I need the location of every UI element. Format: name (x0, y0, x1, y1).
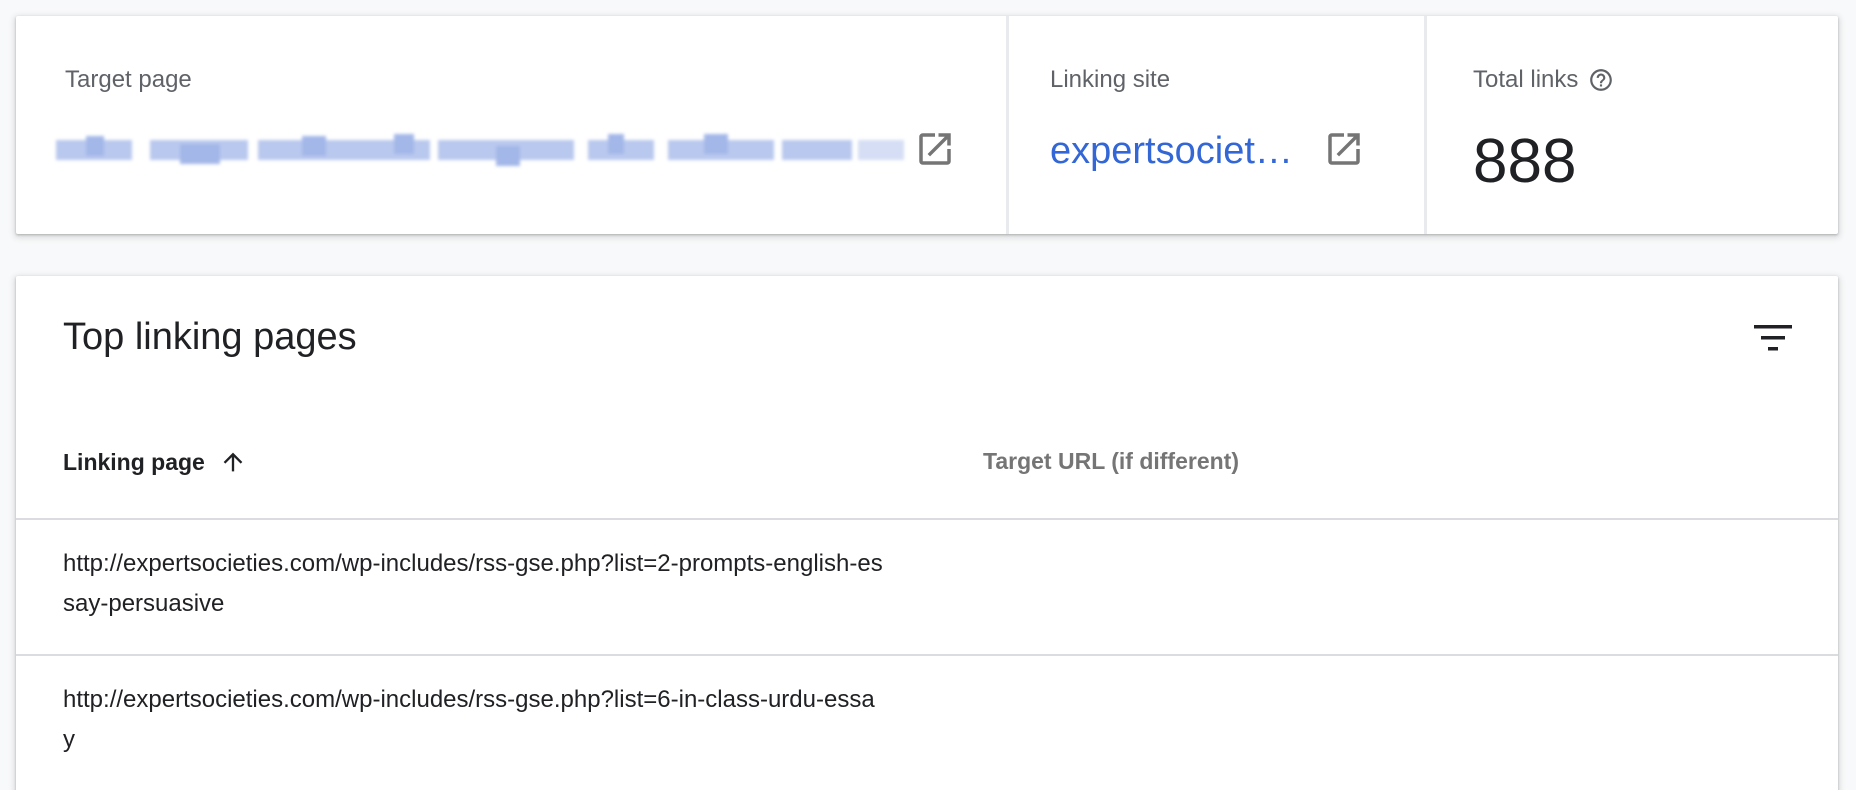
table-row[interactable]: http://expertsocieties.com/wp-includes/r… (63, 680, 883, 760)
open-in-new-icon[interactable] (1323, 128, 1365, 170)
total-links-label: Total links (1473, 66, 1579, 93)
table-row[interactable]: http://expertsocieties.com/wp-includes/r… (63, 544, 883, 624)
total-links-cell: Total links 888 (1427, 16, 1838, 234)
arrow-upward-icon[interactable] (219, 448, 247, 476)
filter-list-icon[interactable] (1750, 320, 1800, 356)
linking-site-link[interactable]: expertsocieties.com (1050, 130, 1300, 173)
table-title: Top linking pages (63, 316, 357, 358)
linking-site-cell: Linking site expertsocieties.com (1009, 16, 1427, 234)
target-page-url-blurred[interactable] (56, 126, 904, 170)
total-links-value: 888 (1473, 127, 1577, 196)
row-divider (16, 654, 1838, 656)
column-header-linking-page-label: Linking page (63, 448, 205, 475)
row-divider (16, 518, 1838, 520)
target-page-label: Target page (65, 66, 192, 93)
total-links-label-row: Total links (1473, 66, 1614, 94)
help-outline-icon[interactable] (1588, 67, 1614, 93)
open-in-new-icon[interactable] (914, 128, 956, 170)
linking-site-label: Linking site (1050, 66, 1171, 93)
column-header-target-url[interactable]: Target URL (if different) (983, 448, 1239, 475)
page: Target page Linking site expertsocietie … (0, 0, 1856, 790)
column-header-linking-page[interactable]: Linking page (63, 448, 247, 476)
summary-card: Target page Linking site expertsocietie … (16, 16, 1838, 234)
target-page-cell: Target page (16, 16, 1009, 234)
top-linking-pages-card: Top linking pages Linking page Target UR… (16, 276, 1838, 790)
